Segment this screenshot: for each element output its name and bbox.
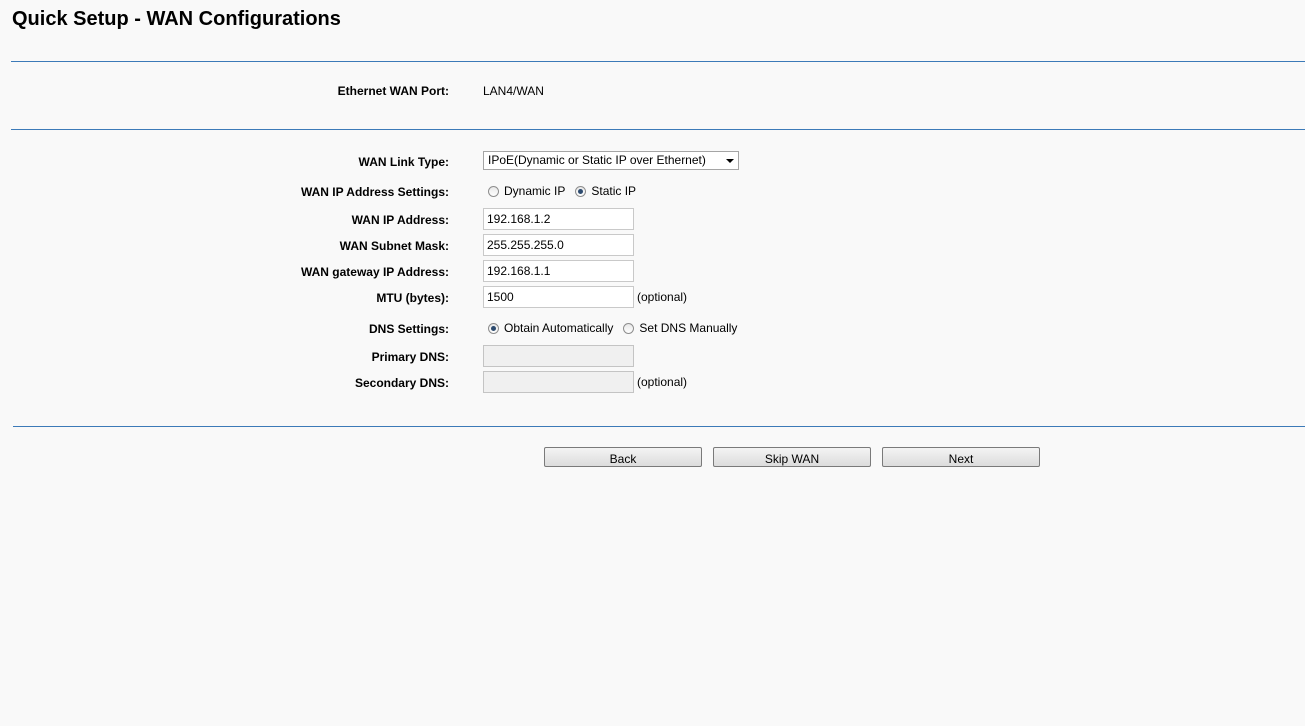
dns-settings-label: DNS Settings: (368, 322, 449, 336)
wan-ip-settings-radio-group: Dynamic IP Static IP (488, 184, 646, 198)
chevron-down-icon (726, 159, 734, 163)
secondary-dns-input[interactable] (483, 371, 634, 393)
set-dns-manually-radio[interactable] (623, 322, 635, 334)
primary-dns-label: Primary DNS: (371, 350, 449, 364)
divider (11, 61, 1305, 62)
secondary-dns-label: Secondary DNS: (354, 376, 449, 390)
static-ip-radio[interactable] (575, 185, 587, 197)
ethernet-wan-port-value: LAN4/WAN (483, 84, 544, 98)
static-ip-label: Static IP (591, 184, 637, 198)
set-dns-manually-option[interactable]: Set DNS Manually (623, 321, 737, 335)
set-dns-manually-label: Set DNS Manually (639, 321, 738, 335)
divider (11, 129, 1305, 130)
dynamic-ip-radio[interactable] (488, 185, 499, 197)
obtain-automatically-option[interactable]: Obtain Automatically (488, 321, 613, 335)
obtain-automatically-label: Obtain Automatically (504, 321, 614, 335)
wan-subnet-mask-label: WAN Subnet Mask: (339, 239, 449, 253)
obtain-automatically-radio[interactable] (488, 322, 499, 334)
wan-ip-address-label: WAN IP Address: (351, 213, 449, 227)
wan-gateway-label: WAN gateway IP Address: (300, 265, 449, 279)
dynamic-ip-option[interactable]: Dynamic IP (488, 184, 565, 198)
wan-link-type-value: IPoE(Dynamic or Static IP over Ethernet) (488, 153, 706, 167)
next-button[interactable]: Next (882, 447, 1040, 467)
secondary-dns-optional-note: (optional) (637, 375, 688, 389)
static-ip-option[interactable]: Static IP (575, 184, 636, 198)
wan-ip-address-input[interactable] (483, 208, 634, 230)
wan-ip-settings-label: WAN IP Address Settings: (300, 185, 449, 199)
mtu-input[interactable] (483, 286, 634, 308)
wan-link-type-label: WAN Link Type: (358, 155, 449, 169)
primary-dns-input[interactable] (483, 345, 634, 367)
ethernet-wan-port-label: Ethernet WAN Port: (337, 84, 449, 98)
mtu-label: MTU (bytes): (376, 291, 449, 305)
dns-settings-radio-group: Obtain Automatically Set DNS Manually (488, 321, 747, 335)
mtu-optional-note: (optional) (637, 290, 688, 304)
back-button[interactable]: Back (544, 447, 702, 467)
wan-subnet-mask-input[interactable] (483, 234, 634, 256)
page-title: Quick Setup - WAN Configurations (12, 8, 341, 30)
skip-wan-button[interactable]: Skip WAN (713, 447, 871, 467)
divider (13, 426, 1305, 427)
wan-gateway-input[interactable] (483, 260, 634, 282)
wan-link-type-select[interactable]: IPoE(Dynamic or Static IP over Ethernet) (483, 151, 739, 170)
dynamic-ip-label: Dynamic IP (504, 184, 566, 198)
